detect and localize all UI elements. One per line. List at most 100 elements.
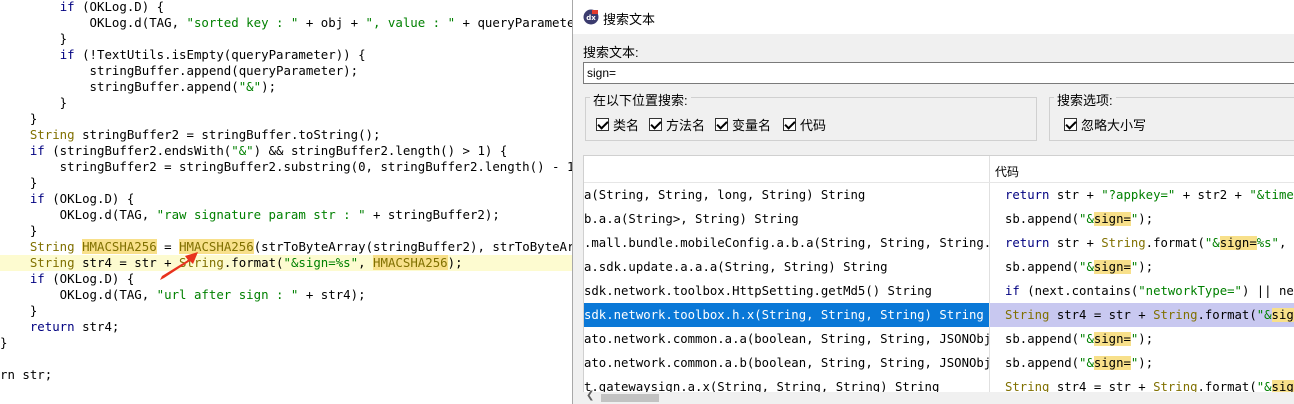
result-node-cell[interactable]: sdk.network.toolbox.h.x(String, String, …: [584, 303, 989, 327]
code-line[interactable]: if (OKLog.D) {: [0, 271, 572, 287]
checkbox-checked-icon[interactable]: [1064, 118, 1077, 131]
search-match-highlight: HMACSHA256: [373, 255, 448, 270]
checkbox-checked-icon[interactable]: [783, 118, 796, 131]
checkbox-checked-icon[interactable]: [649, 118, 662, 131]
code-token: String: [1101, 236, 1146, 250]
code-line[interactable]: }: [0, 175, 572, 191]
code-line[interactable]: if (OKLog.D) {: [0, 0, 572, 15]
code-line[interactable]: stringBuffer2 = stringBuffer2.substring(…: [0, 159, 572, 175]
result-node-cell[interactable]: .mall.bundle.mobileConfig.a.b.a(String, …: [584, 231, 989, 255]
code-line[interactable]: stringBuffer.append("&");: [0, 79, 572, 95]
result-row[interactable]: ato.network.common.a.b(boolean, String, …: [584, 351, 1294, 375]
code-token: , a2): [1278, 236, 1294, 250]
result-node-cell[interactable]: b.a.a(String>, String) String: [584, 207, 989, 231]
scrollbar-thumb[interactable]: [601, 394, 659, 402]
result-code-cell[interactable]: return str + String.format("&sign=%s", a…: [990, 231, 1294, 255]
code-line[interactable]: String HMACSHA256 = HMACSHA256(strToByte…: [0, 239, 572, 255]
code-token: stringBuffer2 = stringBuffer.toString();: [74, 127, 381, 142]
code-token: String: [29, 239, 75, 254]
result-code-cell[interactable]: sb.append("&sign=");: [990, 255, 1294, 279]
code-token: + stringBuffer2);: [365, 207, 500, 222]
result-row[interactable]: .mall.bundle.mobileConfig.a.b.a(String, …: [584, 231, 1294, 255]
result-node-cell[interactable]: a(String, String, long, String) String: [584, 183, 989, 207]
checkbox-code[interactable]: 代码: [783, 115, 826, 134]
code-token: "sorted key : ": [186, 15, 299, 30]
checkbox-label: 代码: [800, 118, 827, 133]
result-code-cell[interactable]: return str + "?appkey=" + str2 + "&times…: [990, 183, 1294, 207]
search-results-table[interactable]: 代码 a(String, String, long, String) Strin…: [583, 155, 1294, 404]
result-node-cell[interactable]: ato.network.common.a.a(boolean, String, …: [584, 327, 989, 351]
code-line[interactable]: if (OKLog.D) {: [0, 191, 572, 207]
code-line[interactable]: OKLog.d(TAG, "url after sign : " + str4)…: [0, 287, 572, 303]
result-node-cell[interactable]: sdk.network.toolbox.HttpSetting.getMd5()…: [584, 279, 989, 303]
code-line[interactable]: }: [0, 335, 572, 351]
code-line[interactable]: stringBuffer.append(queryParameter);: [0, 63, 572, 79]
checkbox-method-names[interactable]: 方法名: [649, 115, 705, 134]
code-token: String: [179, 255, 224, 270]
code-line[interactable]: OKLog.d(TAG, "raw signature param str : …: [0, 207, 572, 223]
result-code-cell[interactable]: sb.append("&sign=");: [990, 207, 1294, 231]
result-code-cell[interactable]: String str4 = str + String.format("&sign…: [990, 303, 1294, 327]
code-token: "&: [1204, 236, 1220, 250]
checkbox-checked-icon[interactable]: [596, 118, 609, 131]
code-line[interactable]: String stringBuffer2 = stringBuffer.toSt…: [0, 127, 572, 143]
code-line[interactable]: String str4 = str + String.format("&sign…: [0, 255, 572, 271]
result-code-cell[interactable]: if (next.contains("networkType=") || nex…: [990, 279, 1294, 303]
checkbox-variable-names[interactable]: 变量名: [715, 115, 771, 134]
code-line[interactable]: }: [0, 31, 572, 47]
code-line[interactable]: }: [0, 111, 572, 127]
result-code-cell[interactable]: sb.append("&sign=");: [990, 327, 1294, 351]
result-row[interactable]: sdk.network.toolbox.h.x(String, String, …: [584, 303, 1294, 327]
result-row[interactable]: ato.network.common.a.a(boolean, String, …: [584, 327, 1294, 351]
code-line[interactable]: OKLog.d(TAG, "sorted key : " + obj + ", …: [0, 15, 572, 31]
code-token: .format(: [1197, 308, 1257, 322]
code-editor[interactable]: if (OKLog.D) { OKLog.d(TAG, "sorted key …: [0, 0, 572, 404]
code-token: str4 = str +: [1049, 308, 1154, 322]
code-token: String: [1005, 308, 1050, 322]
code-token: if: [59, 47, 75, 62]
scroll-left-arrow-icon[interactable]: ❮: [586, 390, 594, 401]
code-token: return: [29, 319, 75, 334]
result-row[interactable]: a.sdk.update.a.a.a(String, String) Strin…: [584, 255, 1294, 279]
code-token: sb.append(: [1005, 356, 1080, 370]
result-code-cell[interactable]: sb.append("&sign=");: [990, 351, 1294, 375]
code-token: "&: [1079, 212, 1094, 226]
code-line[interactable]: [0, 351, 572, 367]
code-token: return: [1005, 236, 1050, 250]
search-input[interactable]: [583, 62, 1294, 84]
result-row[interactable]: b.a.a(String>, String) String sb.append("…: [584, 207, 1294, 231]
code-token: );: [1138, 356, 1154, 370]
code-line[interactable]: if (stringBuffer2.endsWith("&") && strin…: [0, 143, 572, 159]
code-token: "&: [1256, 308, 1272, 322]
code-line[interactable]: if (!TextUtils.isEmpty(queryParameter)) …: [0, 47, 572, 63]
code-token: }: [0, 303, 38, 318]
code-token: stringBuffer.append(: [0, 79, 239, 94]
code-line[interactable]: }: [0, 95, 572, 111]
dialog-titlebar[interactable]: dx 搜索文本: [573, 0, 1294, 34]
code-token: str +: [1049, 188, 1102, 202]
code-line[interactable]: }: [0, 223, 572, 239]
checkbox-ignore-case[interactable]: 忽略大小写: [1064, 115, 1146, 134]
result-node-cell[interactable]: ato.network.common.a.b(boolean, String, …: [584, 351, 989, 375]
code-token: OKLog.d(TAG,: [0, 287, 157, 302]
code-line[interactable]: }: [0, 303, 572, 319]
checkbox-checked-icon[interactable]: [715, 118, 728, 131]
result-node-cell[interactable]: a.sdk.update.a.a.a(String, String) Strin…: [584, 255, 989, 279]
code-token: if: [29, 271, 45, 286]
code-token: (OKLog.D) {: [44, 271, 135, 286]
result-row[interactable]: a(String, String, long, String) String re…: [584, 183, 1294, 207]
code-token: "networkType=": [1138, 284, 1242, 298]
code-token: );: [1138, 332, 1154, 346]
result-row[interactable]: sdk.network.toolbox.HttpSetting.getMd5()…: [584, 279, 1294, 303]
code-column-header[interactable]: 代码: [995, 163, 1019, 180]
code-token: (stringBuffer2.endsWith(: [44, 143, 232, 158]
code-token: String: [29, 255, 75, 270]
code-line[interactable]: return str4;: [0, 319, 572, 335]
checkbox-class-names[interactable]: 类名: [596, 115, 639, 134]
code-line[interactable]: rn str;: [0, 367, 572, 383]
horizontal-scrollbar[interactable]: ❮: [583, 390, 1294, 404]
code-token: ) && stringBuffer2.length() > 1) {: [253, 143, 508, 158]
